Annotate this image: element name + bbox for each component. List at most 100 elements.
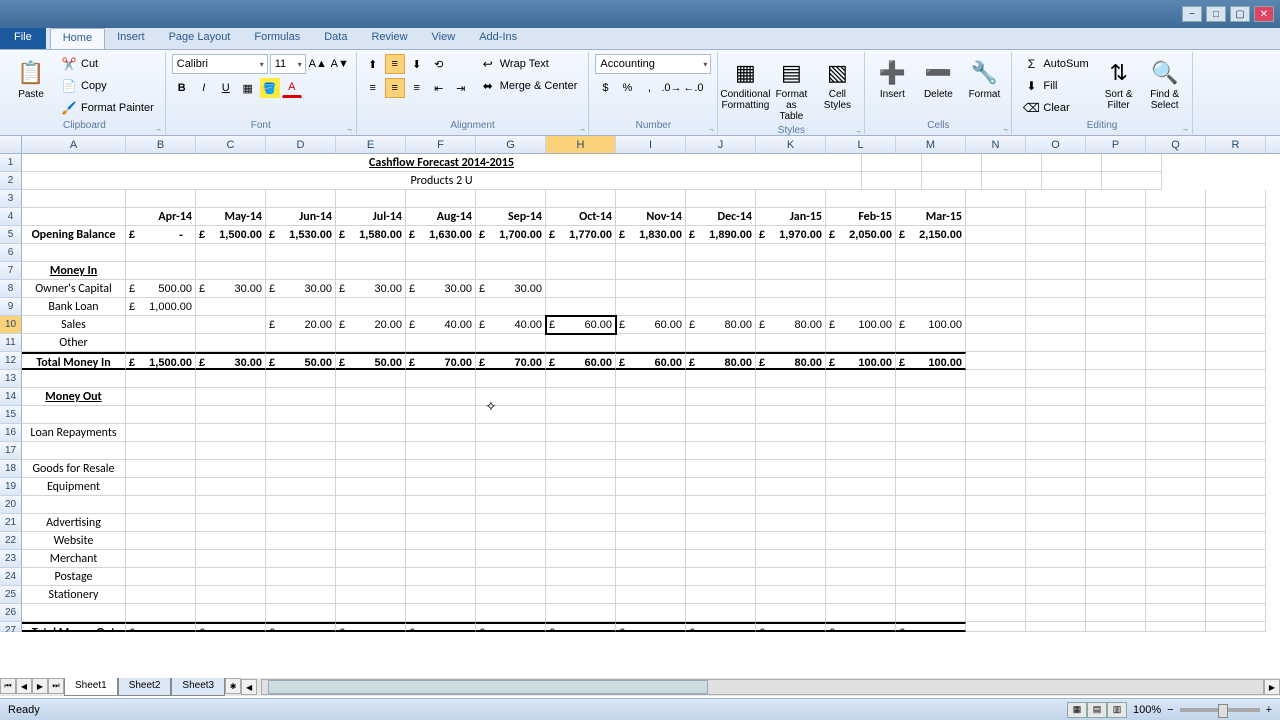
row-label[interactable]: Other [22,334,126,352]
cell[interactable] [1206,478,1266,496]
row-label[interactable]: Website [22,532,126,550]
cell[interactable] [1206,550,1266,568]
cell[interactable] [826,280,896,298]
sheet-tab-1[interactable]: Sheet1 [64,678,118,696]
month-header[interactable]: Aug-14 [406,208,476,226]
cell[interactable] [1146,514,1206,532]
cell[interactable] [476,424,546,442]
cell[interactable] [1026,262,1086,280]
cell[interactable] [1086,316,1146,334]
cell[interactable] [1146,388,1206,406]
cell[interactable] [1086,424,1146,442]
cell[interactable] [1146,208,1206,226]
cell[interactable] [756,460,826,478]
conditional-formatting-button[interactable]: ▦Conditional Formatting [724,54,766,114]
cell[interactable] [546,478,616,496]
cell[interactable] [126,244,196,262]
col-header-Q[interactable]: Q [1146,136,1206,153]
select-all-corner[interactable] [0,136,22,153]
cell[interactable] [756,298,826,316]
cell[interactable] [966,442,1026,460]
tab-formulas[interactable]: Formulas [242,28,312,49]
grow-font-button[interactable]: A▲ [308,54,328,74]
shrink-font-button[interactable]: A▼ [330,54,350,74]
cell[interactable] [896,370,966,388]
row-header[interactable]: 9 [0,298,22,316]
cell[interactable] [1026,604,1086,622]
cell[interactable]: £1,890.00 [686,226,756,244]
cell[interactable] [686,406,756,424]
cell[interactable] [616,604,686,622]
cell[interactable]: £50.00 [266,352,336,370]
cell[interactable] [476,496,546,514]
col-header-E[interactable]: E [336,136,406,153]
cell[interactable] [1146,550,1206,568]
paste-button[interactable]: 📋 Paste [10,54,52,103]
cell[interactable] [196,370,266,388]
tab-view[interactable]: View [420,28,468,49]
cell[interactable] [336,514,406,532]
cell[interactable] [616,370,686,388]
cell[interactable] [896,406,966,424]
row-label[interactable]: Owner's Capital [22,280,126,298]
cell[interactable] [196,460,266,478]
month-header[interactable]: Dec-14 [686,208,756,226]
cell[interactable] [126,532,196,550]
cell[interactable] [966,424,1026,442]
wrap-text-button[interactable]: ↩Wrap Text [475,54,583,74]
cell[interactable] [1026,496,1086,514]
cell[interactable]: £100.00 [896,352,966,370]
cell[interactable] [406,244,476,262]
cell[interactable]: £30.00 [336,280,406,298]
align-right-button[interactable]: ≡ [407,78,427,98]
cell[interactable] [266,442,336,460]
cell[interactable] [756,244,826,262]
cell[interactable] [476,586,546,604]
cell[interactable] [196,244,266,262]
font-name-combo[interactable]: Calibri [172,54,268,74]
comma-button[interactable]: , [639,78,659,98]
row-header[interactable]: 21 [0,514,22,532]
cell[interactable] [756,514,826,532]
cell[interactable] [1026,514,1086,532]
cell[interactable] [1146,334,1206,352]
cell[interactable]: £100.00 [826,316,896,334]
cell[interactable] [1086,208,1146,226]
cell[interactable] [616,568,686,586]
cell[interactable] [1042,154,1102,172]
cell[interactable] [1146,352,1206,370]
format-painter-button[interactable]: 🖌️Format Painter [56,98,159,118]
cell[interactable] [266,550,336,568]
cell[interactable] [826,550,896,568]
col-header-F[interactable]: F [406,136,476,153]
cell[interactable] [266,478,336,496]
cell[interactable] [196,496,266,514]
row-header[interactable]: 25 [0,586,22,604]
cell[interactable] [966,604,1026,622]
minimize-button[interactable]: − [1182,6,1202,22]
cell[interactable] [126,190,196,208]
cell[interactable]: £60.00 [546,316,616,334]
cell[interactable] [476,190,546,208]
find-select-button[interactable]: 🔍Find & Select [1144,54,1186,114]
cell[interactable] [196,442,266,460]
cell[interactable] [336,496,406,514]
cell[interactable] [196,298,266,316]
copy-button[interactable]: 📄Copy [56,76,159,96]
cell[interactable] [966,586,1026,604]
cell[interactable]: £20.00 [266,316,336,334]
cell[interactable] [686,568,756,586]
cell[interactable] [1086,280,1146,298]
cell[interactable] [266,496,336,514]
inc-decimal-button[interactable]: .0→ [661,78,681,98]
cut-button[interactable]: ✂️Cut [56,54,159,74]
cell[interactable] [1026,208,1086,226]
cell[interactable] [896,460,966,478]
cell[interactable] [686,604,756,622]
cell[interactable] [1206,424,1266,442]
indent-dec-button[interactable]: ⇤ [429,78,449,98]
month-header[interactable]: Jan-15 [756,208,826,226]
cell[interactable] [616,460,686,478]
cell[interactable] [22,244,126,262]
cell[interactable]: £ [896,622,966,632]
